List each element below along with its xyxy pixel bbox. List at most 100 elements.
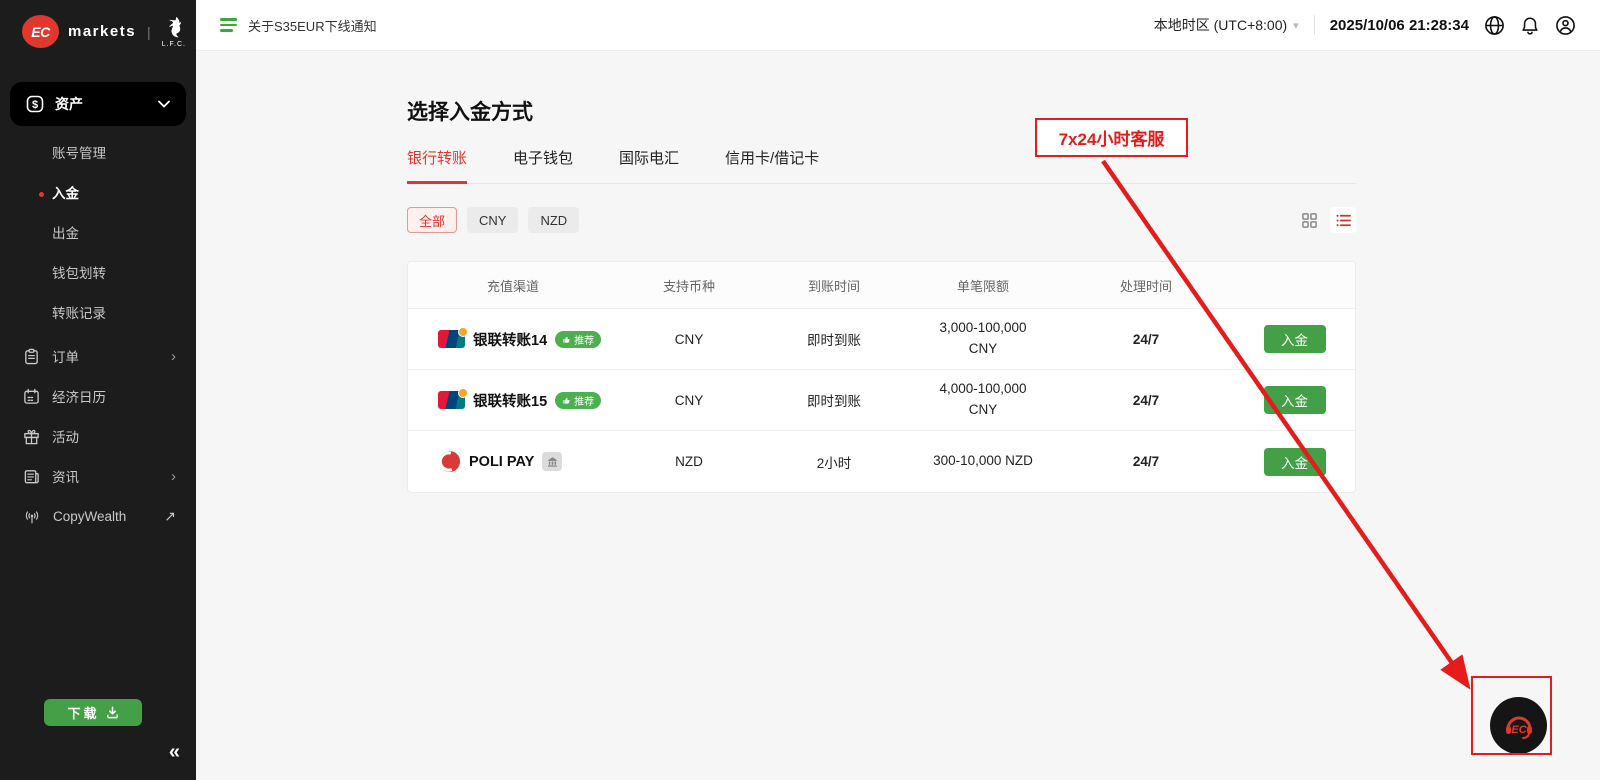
svg-text:$: $ (32, 99, 38, 111)
column-header-limit: 单笔限额 (908, 276, 1058, 295)
table-row: 银联转账15 推荐 CNY 即时到账 4,000-100,000 CNY 24/… (408, 370, 1355, 431)
currency-cell: CNY (618, 332, 760, 347)
limit-cell: 300-10,000 NZD (908, 451, 1058, 472)
notifications-bell-icon[interactable] (1520, 15, 1540, 36)
brand-name: markets (68, 23, 136, 40)
main-content: 选择入金方式 银行转账 电子钱包 国际电汇 信用卡/借记卡 全部 CNY NZD… (407, 51, 1356, 493)
divider (1314, 15, 1315, 35)
sidebar-item-account-management[interactable]: 账号管理 (0, 134, 196, 174)
gift-icon (23, 428, 40, 445)
list-view-icon[interactable] (1330, 207, 1356, 233)
column-header-channel: 充值渠道 (408, 276, 618, 295)
currency-filter-row: 全部 CNY NZD (407, 207, 1356, 233)
channel-name: 银联转账15 (473, 390, 547, 411)
recommended-badge: 推荐 (555, 331, 601, 348)
badge-label: 推荐 (574, 332, 594, 347)
chevron-right-icon: › (171, 348, 176, 365)
language-globe-icon[interactable] (1484, 15, 1505, 36)
menu-icon[interactable] (220, 18, 237, 32)
grid-view-icon[interactable] (1296, 207, 1322, 233)
column-header-arrival-time: 到账时间 (760, 276, 908, 295)
svg-text:EC: EC (1511, 724, 1527, 736)
sidebar-item-economic-calendar[interactable]: 经济日历 (0, 376, 196, 416)
tab-e-wallet[interactable]: 电子钱包 (513, 147, 573, 184)
view-toggles (1296, 207, 1356, 233)
chevron-down-icon: ▾ (1293, 19, 1299, 32)
download-button[interactable]: 下载 (44, 699, 142, 726)
sidebar: EC markets | L.F.C. $ 资产 账号管理 入金 (0, 0, 196, 780)
page-title: 选择入金方式 (407, 96, 1356, 126)
clipboard-icon (23, 348, 40, 365)
channel-name: 银联转账14 (473, 329, 547, 350)
action-cell: 入金 (1234, 448, 1355, 476)
logo-divider: | (147, 24, 151, 40)
dollar-icon: $ (26, 95, 44, 113)
channel-cell: POLI PAY (408, 450, 618, 473)
table-row: 银联转账14 推荐 CNY 即时到账 3,000-100,000 CNY 24/… (408, 309, 1355, 370)
lfc-label: L.F.C. (162, 41, 186, 48)
sidebar-item-assets[interactable]: $ 资产 (10, 82, 186, 126)
download-icon (106, 706, 119, 719)
limit-line1: 3,000-100,000 (908, 318, 1058, 339)
sidebar-item-label: 经济日历 (52, 386, 106, 406)
active-dot (39, 192, 44, 197)
sidebar-item-transfer-records[interactable]: 转账记录 (0, 294, 196, 334)
external-link-icon: ↗ (164, 508, 176, 525)
tab-international-wire[interactable]: 国际电汇 (619, 147, 679, 184)
limit-cell: 4,000-100,000 CNY (908, 379, 1058, 421)
bank-badge (542, 452, 562, 471)
news-icon (23, 468, 40, 485)
sidebar-item-wallet-transfer[interactable]: 钱包划转 (0, 254, 196, 294)
arrival-cell: 即时到账 (760, 390, 908, 410)
deposit-button[interactable]: 入金 (1264, 386, 1326, 414)
unionpay-logo-icon (438, 330, 465, 348)
sidebar-item-news[interactable]: 资讯 › (0, 456, 196, 496)
sidebar-menu: $ 资产 账号管理 入金 出金 钱包划转 转账记录 (0, 82, 196, 536)
account-user-icon[interactable] (1555, 15, 1576, 36)
notification-banner[interactable]: 关于S35EUR下线通知 (248, 16, 377, 35)
thumbs-up-icon (562, 335, 571, 344)
sidebar-item-orders[interactable]: 订单 › (0, 336, 196, 376)
channel-cell: 银联转账15 推荐 (408, 390, 618, 411)
processing-cell: 24/7 (1058, 393, 1234, 408)
sidebar-item-copywealth[interactable]: CopyWealth ↗ (0, 496, 196, 536)
timezone-selector[interactable]: 本地时区 (UTC+8:00) ▾ (1154, 15, 1299, 35)
customer-service-chat-button[interactable]: EC (1490, 697, 1547, 754)
channel-cell: 银联转账14 推荐 (408, 329, 618, 350)
chevron-down-icon (158, 100, 170, 108)
limit-cell: 3,000-100,000 CNY (908, 318, 1058, 360)
filter-chip-nzd[interactable]: NZD (528, 207, 579, 233)
sidebar-item-label: CopyWealth (53, 509, 126, 524)
sidebar-item-withdraw[interactable]: 出金 (0, 214, 196, 254)
table-header-row: 充值渠道 支持币种 到账时间 单笔限额 处理时间 (408, 262, 1355, 309)
chevron-right-icon: › (171, 468, 176, 485)
sidebar-collapse-button[interactable]: « (169, 741, 180, 764)
processing-cell: 24/7 (1058, 332, 1234, 347)
sidebar-groups: 订单 › 经济日历 活动 (0, 336, 196, 536)
sidebar-item-promotions[interactable]: 活动 (0, 416, 196, 456)
filter-chip-all[interactable]: 全部 (407, 207, 457, 233)
sidebar-item-label: 资讯 (52, 466, 79, 486)
broadcast-icon (23, 508, 41, 525)
limit-line1: 300-10,000 NZD (908, 451, 1058, 472)
arrival-cell: 2小时 (760, 452, 908, 472)
table-row: POLI PAY NZD 2小时 300-10,000 NZD 24/7 入金 (408, 431, 1355, 492)
tab-bank-transfer[interactable]: 银行转账 (407, 147, 467, 184)
timezone-label: 本地时区 (UTC+8:00) (1154, 15, 1287, 35)
thumbs-up-icon (562, 396, 571, 405)
filter-chip-cny[interactable]: CNY (467, 207, 518, 233)
deposit-button[interactable]: 入金 (1264, 448, 1326, 476)
arrival-cell: 即时到账 (760, 329, 908, 349)
ec-logo-icon: EC (22, 15, 59, 48)
tab-credit-debit-card[interactable]: 信用卡/借记卡 (725, 147, 819, 184)
topbar: 关于S35EUR下线通知 本地时区 (UTC+8:00) ▾ 2025/10/0… (196, 0, 1600, 51)
sidebar-item-deposit[interactable]: 入金 (0, 174, 196, 214)
currency-cell: NZD (618, 454, 760, 469)
brand-logo: EC markets | L.F.C. (0, 0, 196, 48)
deposit-button[interactable]: 入金 (1264, 325, 1326, 353)
topbar-right: 本地时区 (UTC+8:00) ▾ 2025/10/06 21:28:34 (1154, 15, 1576, 36)
limit-line1: 4,000-100,000 (908, 379, 1058, 400)
recommended-badge: 推荐 (555, 392, 601, 409)
current-datetime: 2025/10/06 21:28:34 (1330, 17, 1469, 34)
poli-pay-logo-icon (438, 450, 461, 473)
